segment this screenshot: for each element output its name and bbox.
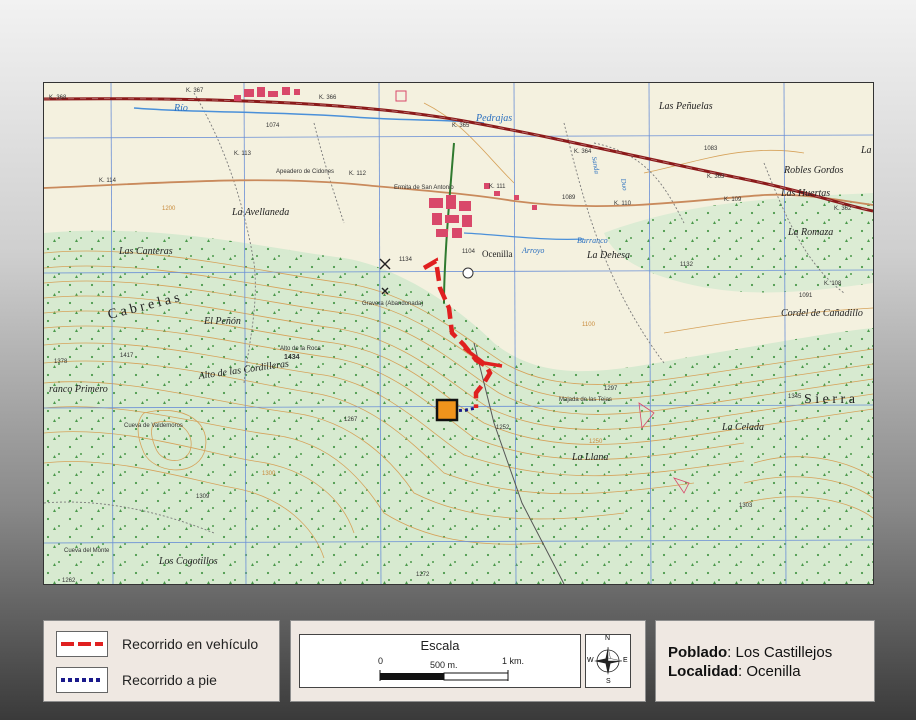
- scale-bar: [379, 670, 509, 681]
- label-km-364: K. 364: [574, 149, 592, 155]
- label-la-celada: La Celada: [721, 422, 764, 433]
- scale-tick-500: 500 m.: [430, 660, 458, 670]
- compass-n: N: [605, 635, 611, 642]
- scale-bar-box: Escala 0 500 m. 1 km.: [299, 634, 581, 688]
- poblado-value: Los Castillejos: [735, 644, 833, 661]
- label-la-dehesa: La Dehesa: [586, 250, 630, 261]
- label-km-363: K. 363: [707, 174, 725, 180]
- site-info-text: Poblado: Los Castillejos Localidad: Ocen…: [668, 643, 832, 681]
- label-km-367: K. 367: [186, 88, 204, 94]
- compass-e: E: [623, 657, 628, 664]
- label-las-canteras: Las Canteras: [118, 246, 173, 257]
- label-km-362: K. 362: [834, 206, 852, 212]
- label-cueva-del-monte: Cueva del Monte: [64, 548, 110, 554]
- label-km-108: K. 108: [824, 281, 842, 287]
- label-elev-1417: 1417: [120, 353, 134, 359]
- label-la-romaza: La Romaza: [787, 227, 833, 238]
- legend-panel: Recorrido en vehículo Recorrido a pie: [43, 620, 280, 702]
- compass-box: N S E W: [585, 634, 631, 688]
- label-gravera: Gravera (Abandonada): [362, 301, 423, 307]
- label-km-114: K. 114: [99, 178, 117, 184]
- label-elev-1378: 1378: [54, 359, 68, 365]
- label-arroyo: Arroyo: [521, 246, 544, 255]
- topographic-map[interactable]: Río Pedrajas Las Peñuelas Robles Gordos …: [43, 82, 874, 585]
- label-elev-1272: 1272: [416, 572, 430, 578]
- map-canvas: Río Pedrajas Las Peñuelas Robles Gordos …: [44, 83, 873, 584]
- label-elev-1297: 1297: [604, 386, 618, 392]
- label-pedrajas: Pedrajas: [475, 113, 512, 124]
- label-las-penuelas: Las Peñuelas: [658, 101, 713, 112]
- label-elev-1300: 1300: [262, 471, 276, 477]
- vehicle-route-swatch: [56, 631, 108, 657]
- label-elev-1104: 1104: [462, 249, 476, 255]
- spring-icon: [462, 267, 474, 279]
- label-la-llana: La Llana: [571, 452, 608, 463]
- label-elev-1200: 1200: [162, 206, 176, 212]
- scale-title: Escala: [420, 638, 460, 653]
- label-ermita: Ermita de San Antonio: [394, 185, 454, 191]
- scale-tick-0: 0: [378, 656, 384, 666]
- poblado-line: Poblado: Los Castillejos: [668, 644, 833, 661]
- label-apeadero: Apeadero de Cidones: [276, 169, 334, 175]
- scale-tick-1km: 1 km.: [502, 656, 525, 666]
- label-ocenilla-town: Ocenilla: [482, 249, 513, 259]
- label-la-avellaneda: La Avellaneda: [231, 207, 289, 218]
- localidad-key: Localidad: [668, 663, 739, 680]
- label-elev-1089: 1089: [562, 195, 576, 201]
- vehicle-route-swatch-icon: [61, 642, 103, 646]
- localidad-value: Ocenilla: [746, 663, 801, 680]
- label-blanco-primero: ranco Primero: [49, 384, 108, 395]
- label-cordel: Cordel de Cañadillo: [781, 308, 863, 319]
- label-elev-1262: 1262: [62, 578, 76, 584]
- label-elev-1345: 1345: [788, 394, 802, 400]
- label-km-110: K. 110: [614, 201, 632, 207]
- label-robles-gordos: Robles Gordos: [783, 165, 843, 176]
- poblado-key: Poblado: [668, 644, 728, 661]
- label-los-cogotillos: Los Cogotillos: [158, 556, 218, 567]
- compass-w: W: [587, 657, 594, 664]
- label-elev-1252: 1252: [496, 425, 510, 431]
- label-km-365: K. 365: [452, 123, 470, 129]
- label-km-109: K. 109: [724, 197, 742, 203]
- site-info-panel: Poblado: Los Castillejos Localidad: Ocen…: [655, 620, 875, 702]
- label-cueva-valdemoros: Cueva de Valdemoros: [124, 423, 183, 429]
- label-peak-1434: 1434: [284, 354, 300, 361]
- localidad-line: Localidad: Ocenilla: [668, 663, 801, 680]
- foot-route-swatch-icon: [61, 678, 103, 682]
- label-elev-1132: 1132: [680, 262, 694, 268]
- label-km-112: K. 112: [349, 171, 367, 177]
- label-elev-1267: 1267: [344, 417, 358, 423]
- label-elev-1303: 1303: [739, 503, 753, 509]
- label-elev-1134: 1134: [399, 257, 413, 263]
- label-elev-1100: 1100: [582, 322, 596, 328]
- site-marker-los-castillejos[interactable]: [435, 398, 459, 422]
- label-la: La: [860, 145, 872, 156]
- label-el-penon: El Peñón: [203, 316, 241, 327]
- label-km-111: K. 111: [489, 184, 506, 190]
- label-km-113: K. 113: [234, 151, 252, 157]
- label-km-368: K. 368: [49, 95, 67, 101]
- label-km-366: K. 366: [319, 95, 337, 101]
- label-barranco: Barranco: [577, 236, 608, 245]
- label-alto-roca: Alto de la Roca: [280, 346, 321, 352]
- vehicle-route-label: Recorrido en vehículo: [122, 636, 259, 652]
- label-rio: Río: [173, 103, 188, 114]
- label-las-huertas: Las Huertas: [780, 188, 830, 199]
- label-elev-1083: 1083: [704, 146, 718, 152]
- label-sierra: S i e r r a: [804, 392, 856, 407]
- label-elev-1250: 1250: [589, 439, 603, 445]
- foot-route-swatch: [56, 667, 108, 693]
- label-elev-1074: 1074: [266, 123, 280, 129]
- label-elev-1091: 1091: [799, 293, 813, 299]
- label-majada: Majada de las Tejas: [559, 397, 612, 403]
- compass-s: S: [606, 678, 611, 685]
- label-elev-1309: 1309: [196, 494, 210, 500]
- foot-route-label: Recorrido a pie: [122, 672, 217, 688]
- scale-panel: Escala 0 500 m. 1 km. N S E W: [290, 620, 646, 702]
